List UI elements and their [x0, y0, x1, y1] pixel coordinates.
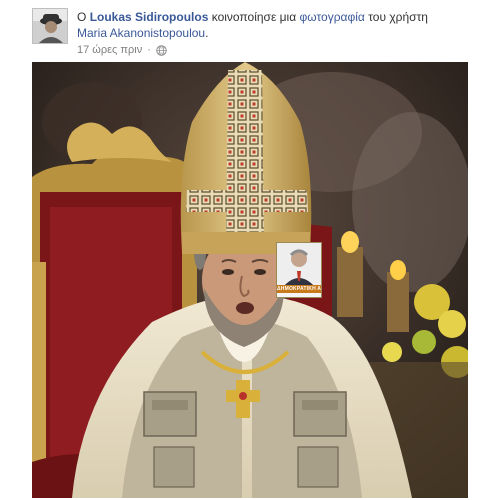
end-punctuation: .	[205, 26, 209, 40]
badge-portrait-image	[277, 243, 321, 287]
meta-separator: ·	[147, 44, 151, 56]
post-meta: 17 ώρες πριν ·	[77, 44, 167, 56]
photo-link[interactable]: φωτογραφία	[300, 10, 365, 24]
timestamp-link[interactable]: 17 ώρες πριν	[77, 44, 142, 56]
avatar-image	[33, 9, 67, 43]
author-avatar[interactable]	[32, 8, 68, 44]
original-author-link[interactable]: Maria Akanonistopoulou	[77, 26, 205, 40]
globe-icon[interactable]	[156, 44, 167, 56]
header-prefix: Ο	[77, 10, 87, 24]
shared-photo-post: Ο Loukas Sidiropoulos κοινοποίησε μια φω…	[0, 0, 500, 500]
mitre-badge: ΔΗΜΟΚΡΑΤΙΚΗ ΑΡΙΣΤΕΡΑ	[276, 242, 322, 298]
photo-image	[32, 62, 468, 498]
object-suffix: του χρήστη	[368, 10, 428, 24]
action-text: κοινοποίησε μια	[211, 10, 297, 24]
author-name-link[interactable]: Loukas Sidiropoulos	[90, 10, 209, 24]
post-header: Ο Loukas Sidiropoulos κοινοποίησε μια φω…	[77, 9, 477, 41]
shared-photo[interactable]: ΔΗΜΟΚΡΑΤΙΚΗ ΑΡΙΣΤΕΡΑ	[32, 62, 468, 498]
badge-text: ΔΗΜΟΚΡΑΤΙΚΗ ΑΡΙΣΤΕΡΑ	[277, 285, 321, 293]
